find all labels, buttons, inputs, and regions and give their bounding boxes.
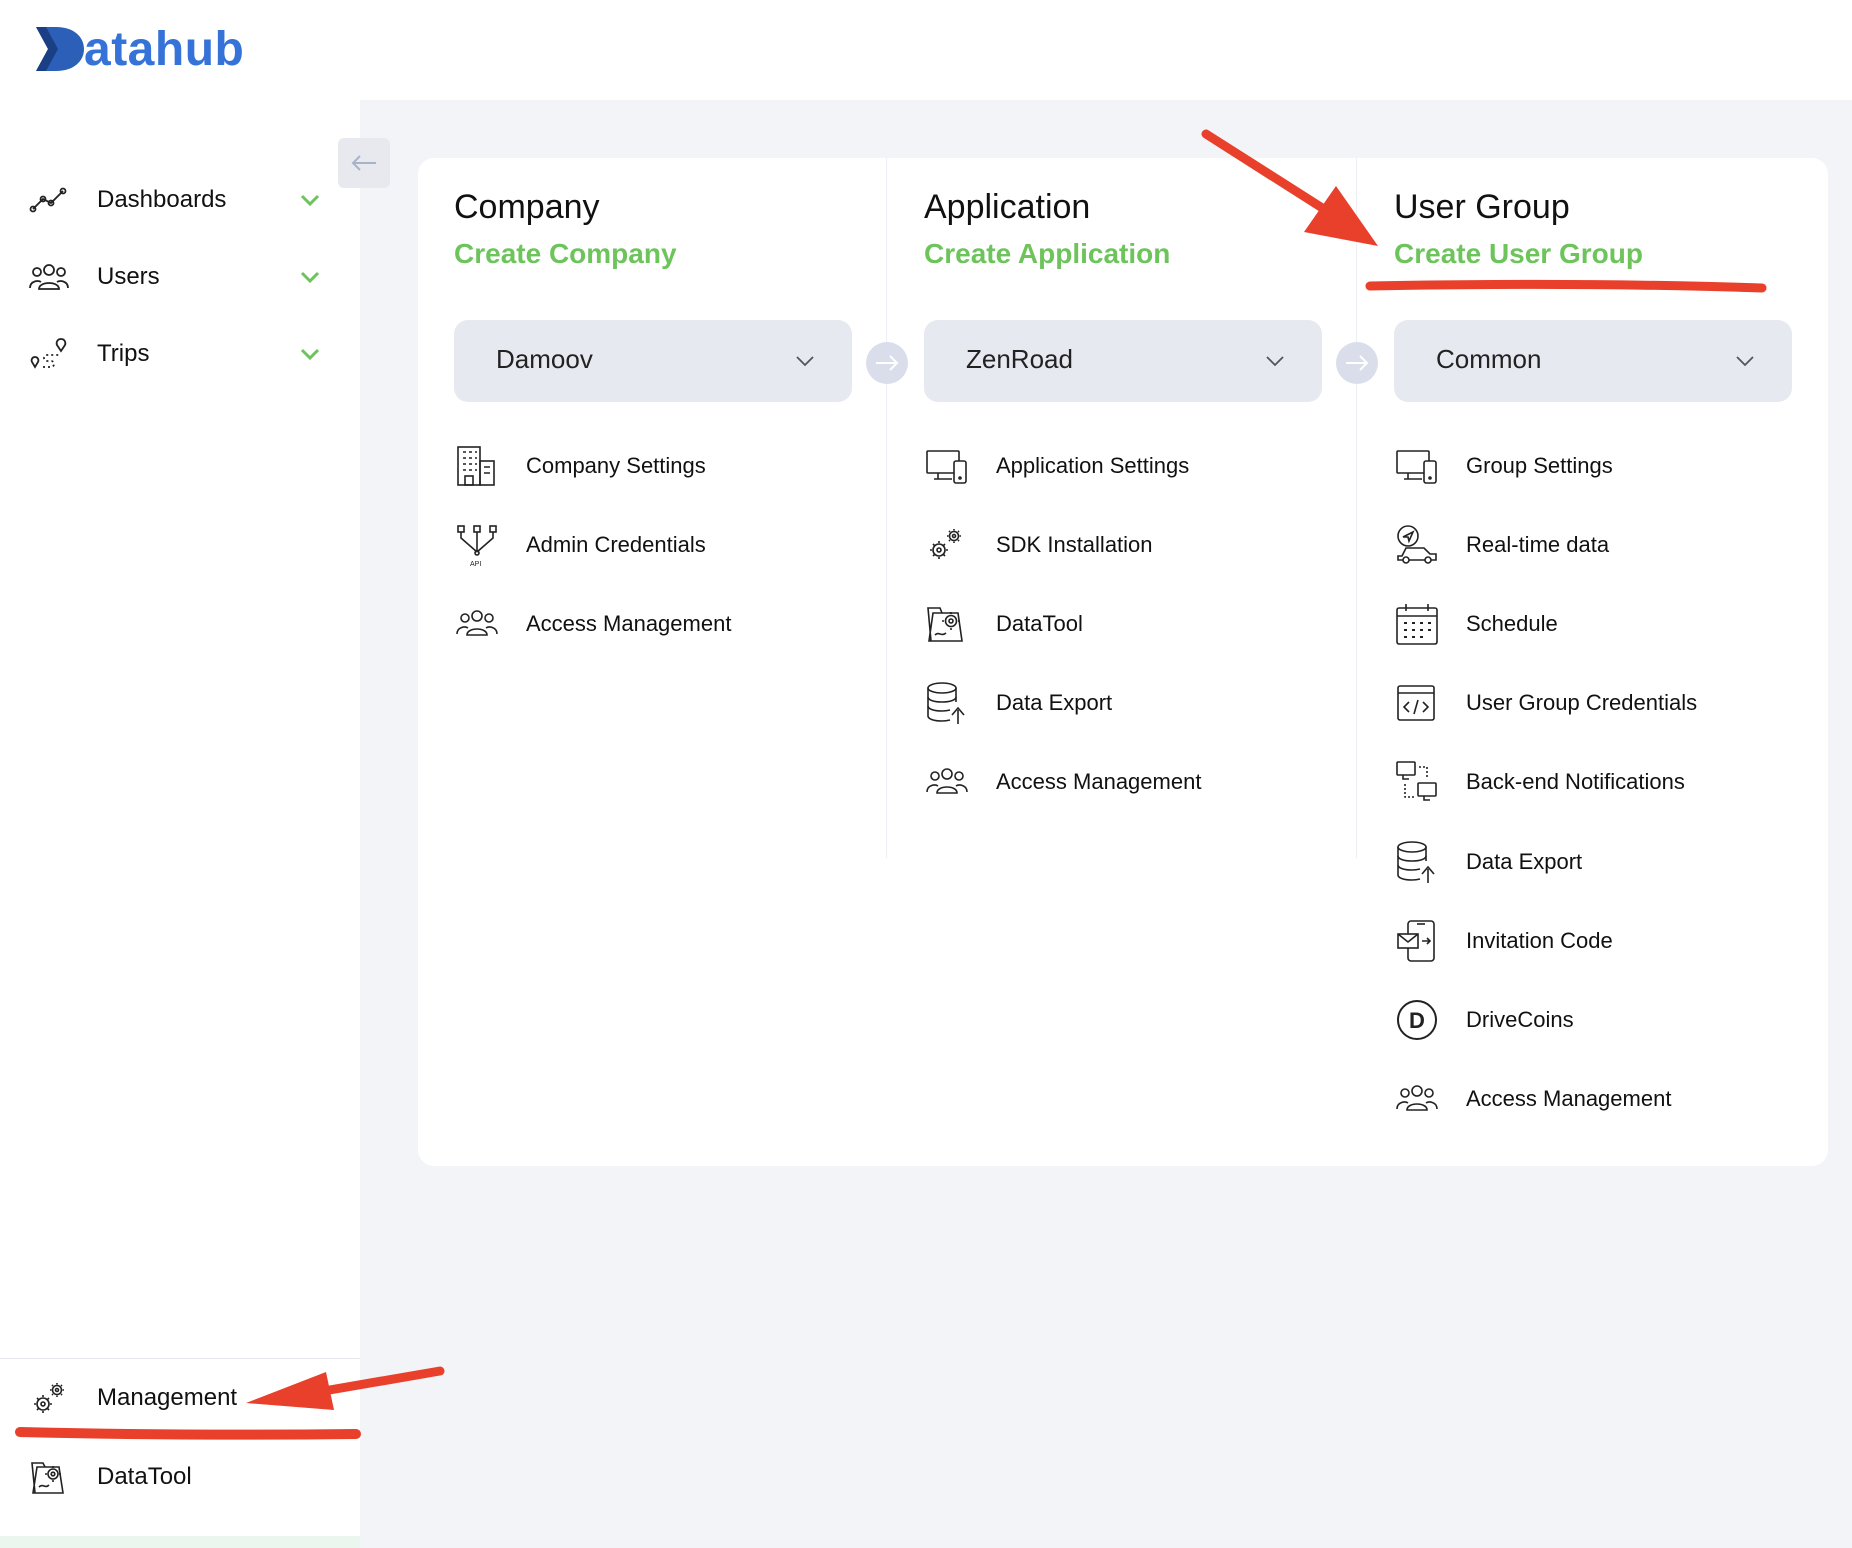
application-settings-item[interactable]: Application Settings <box>924 436 1344 496</box>
notifications-icon <box>1396 761 1437 801</box>
gears-icon <box>28 1377 70 1419</box>
logo-mark-icon <box>36 26 84 71</box>
svg-text:API: API <box>470 561 481 568</box>
user-group-column: User Group Create User Group Common Grou… <box>1358 158 1828 1166</box>
car-location-icon <box>1397 525 1437 564</box>
devices-icon <box>1396 450 1437 484</box>
menu-item-label: Company Settings <box>526 453 706 478</box>
datatool-icon <box>28 1456 70 1498</box>
chevron-down-icon[interactable] <box>296 186 324 214</box>
datahub-logo[interactable]: atahub <box>34 20 244 77</box>
application-data-export-item[interactable]: Data Export <box>924 673 1344 733</box>
sidebar-divider <box>0 1358 360 1359</box>
menu-item-label: Admin Credentials <box>526 532 706 557</box>
database-export-icon <box>927 682 965 724</box>
menu-item-label: Access Management <box>996 769 1202 794</box>
sidebar-item-trips[interactable]: Trips <box>0 316 360 392</box>
menu-item-label: SDK Installation <box>996 532 1153 557</box>
menu-item-label: Access Management <box>1466 1086 1672 1111</box>
sidebar-item-datatool[interactable]: DataTool <box>0 1439 360 1515</box>
arrow-left-icon <box>351 155 376 171</box>
chevron-down-icon <box>1266 356 1284 367</box>
menu-item-label: Invitation Code <box>1466 928 1613 953</box>
app-header: atahub <box>0 0 1852 100</box>
sidebar: Dashboards Users Trips Management DataTo… <box>0 100 360 1548</box>
chevron-down-icon[interactable] <box>296 340 324 368</box>
chevron-down-icon[interactable] <box>296 263 324 291</box>
company-access-management-item[interactable]: Access Management <box>454 594 874 654</box>
company-settings-item[interactable]: Company Settings <box>454 436 874 496</box>
building-icon <box>457 446 495 486</box>
menu-item-label: Group Settings <box>1466 453 1613 478</box>
menu-item-label: DriveCoins <box>1466 1007 1574 1032</box>
users-icon <box>1396 1085 1438 1111</box>
create-company-link[interactable]: Create Company <box>454 238 677 270</box>
sidebar-item-label: Management <box>97 1384 238 1411</box>
real-time-data-item[interactable]: Real-time data <box>1394 515 1814 575</box>
users-icon <box>926 768 968 794</box>
management-card: Company Create Company Damoov Company Se… <box>418 158 1828 1166</box>
users-icon <box>28 256 70 298</box>
backend-notifications-item[interactable]: Back-end Notifications <box>1394 752 1814 812</box>
logo-text: atahub <box>84 23 245 76</box>
sdk-installation-item[interactable]: SDK Installation <box>924 515 1344 575</box>
application-access-management-item[interactable]: Access Management <box>924 752 1344 812</box>
drivecoins-item[interactable]: D DriveCoins <box>1394 990 1814 1050</box>
menu-item-label: Schedule <box>1466 611 1558 636</box>
svg-text:D: D <box>1409 1008 1425 1033</box>
datatool-icon <box>927 607 963 642</box>
application-select[interactable]: ZenRoad <box>924 320 1322 402</box>
sidebar-item-label: Users <box>97 263 160 290</box>
collapse-sidebar-button[interactable] <box>338 138 390 188</box>
user-group-access-management-item[interactable]: Access Management <box>1394 1069 1814 1129</box>
database-export-icon <box>1397 841 1435 883</box>
chart-line-icon <box>28 179 70 221</box>
menu-item-label: Data Export <box>996 690 1113 715</box>
column-title: Company <box>454 188 600 226</box>
application-column: Application Create Application ZenRoad A… <box>888 158 1358 1166</box>
sidebar-item-dashboards[interactable]: Dashboards <box>0 162 360 238</box>
invitation-code-item[interactable]: Invitation Code <box>1394 911 1814 971</box>
menu-item-label: Data Export <box>1466 849 1583 874</box>
menu-item-label: Back-end Notifications <box>1466 769 1685 794</box>
select-value: Damoov <box>496 344 593 374</box>
menu-item-label: Real-time data <box>1466 532 1610 557</box>
datatool-item[interactable]: DataTool <box>924 594 1344 654</box>
menu-item-label: Application Settings <box>996 453 1190 478</box>
sidebar-footer <box>0 1536 360 1548</box>
company-select[interactable]: Damoov <box>454 320 852 402</box>
create-user-group-link[interactable]: Create User Group <box>1394 238 1643 270</box>
sidebar-item-label: DataTool <box>97 1463 192 1490</box>
select-value: Common <box>1436 344 1542 374</box>
devices-icon <box>926 450 967 484</box>
sidebar-item-management[interactable]: Management <box>0 1360 360 1436</box>
route-icon <box>28 333 70 375</box>
group-settings-item[interactable]: Group Settings <box>1394 436 1814 496</box>
user-group-select[interactable]: Common <box>1394 320 1792 402</box>
code-window-icon <box>1397 685 1435 721</box>
api-icon: API <box>457 525 497 568</box>
admin-credentials-item[interactable]: API Admin Credentials <box>454 515 874 575</box>
schedule-item[interactable]: Schedule <box>1394 594 1814 654</box>
column-title: User Group <box>1394 188 1570 226</box>
calendar-icon <box>1396 604 1438 645</box>
sidebar-item-label: Trips <box>97 340 150 367</box>
menu-item-label: DataTool <box>996 611 1083 636</box>
drivecoins-icon: D <box>1397 1000 1437 1040</box>
chevron-down-icon <box>1736 356 1754 367</box>
users-icon <box>456 610 498 636</box>
column-title: Application <box>924 188 1091 226</box>
company-column: Company Create Company Damoov Company Se… <box>418 158 888 1166</box>
user-group-data-export-item[interactable]: Data Export <box>1394 832 1814 892</box>
user-group-credentials-item[interactable]: User Group Credentials <box>1394 673 1814 733</box>
invitation-icon <box>1397 920 1435 962</box>
sidebar-item-label: Dashboards <box>97 186 227 213</box>
gears-icon <box>930 529 961 559</box>
chevron-down-icon <box>796 356 814 367</box>
menu-item-label: User Group Credentials <box>1466 690 1698 715</box>
menu-item-label: Access Management <box>526 611 732 636</box>
select-value: ZenRoad <box>966 344 1073 374</box>
create-application-link[interactable]: Create Application <box>924 238 1170 270</box>
sidebar-item-users[interactable]: Users <box>0 239 360 315</box>
